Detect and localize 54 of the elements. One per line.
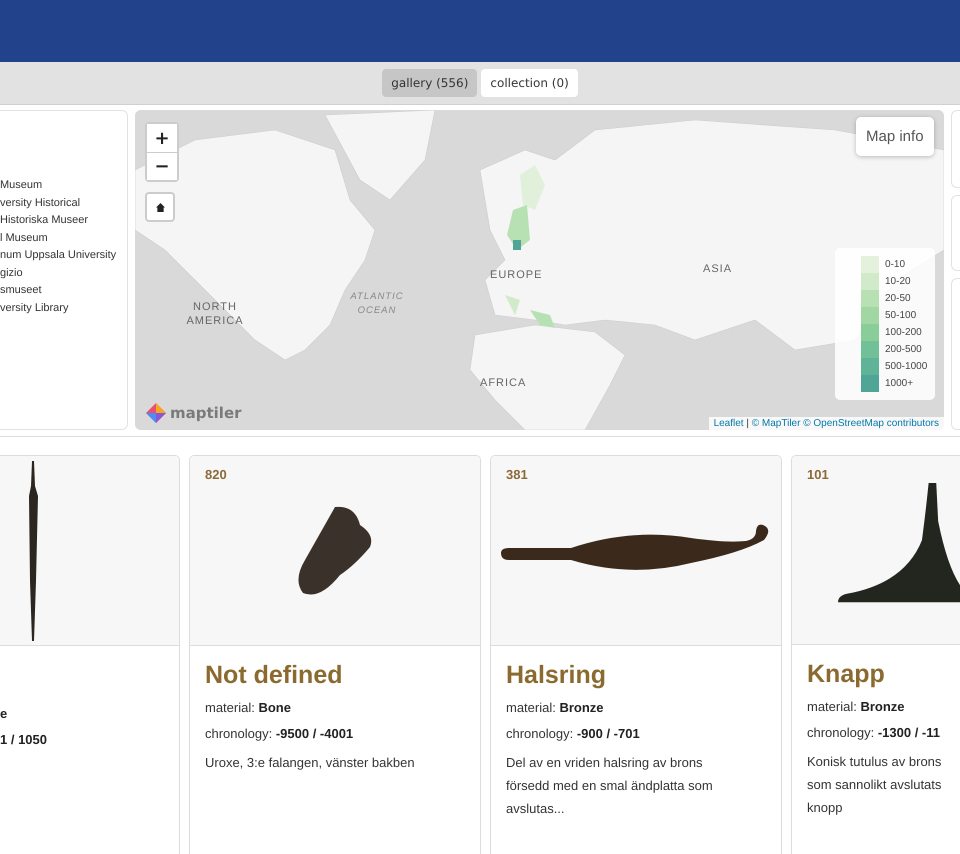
logo-text: maptiler	[170, 404, 242, 422]
attribution-separator: |	[746, 418, 749, 429]
attribution-link[interactable]: © OpenStreetMap contributors	[803, 418, 939, 429]
logo-icon	[145, 402, 167, 424]
legend-label: 1000+	[885, 378, 914, 389]
material-line: material: Bronze	[506, 699, 605, 716]
object-number: 101	[807, 467, 829, 482]
legend-label: 10-20	[885, 276, 911, 287]
source-list-item[interactable]: num Uppsala University	[0, 247, 127, 264]
legend-label: 50-100	[885, 310, 916, 321]
source-list-item[interactable]: versity Historical	[0, 194, 127, 212]
home-icon	[156, 202, 164, 212]
source-list-item[interactable]: l Museum	[0, 230, 127, 247]
legend-label: 0-10	[885, 259, 906, 270]
object-description: Konisk tutulus av brons som sannolikt avslutats knopp	[807, 753, 942, 817]
object-title[interactable]: Not defined	[205, 661, 465, 690]
material-line: e	[0, 705, 8, 722]
map-label: ATLANTIC OCEAN	[349, 290, 405, 318]
legend-label: 20-50	[885, 293, 911, 304]
object-title[interactable]: Knapp	[807, 660, 947, 689]
chronology-line: chronology: -900 / -701	[506, 725, 641, 742]
source-list-item[interactable]: gizio	[0, 264, 127, 282]
map-label: AFRICA	[480, 376, 526, 390]
attribution-link[interactable]: Leaflet	[714, 418, 744, 429]
map-info-button[interactable]: Map info	[856, 117, 934, 156]
object-title[interactable]: Halsring	[506, 661, 766, 690]
chronology-line: chronology: -9500 / -4001	[205, 725, 354, 742]
object-number: 381	[506, 467, 528, 482]
object-description: Uroxe, 3:e falangen, vänster bakben	[205, 754, 416, 772]
home-button[interactable]	[145, 192, 175, 222]
material-line: material: Bronze	[807, 698, 906, 715]
source-list-item[interactable]: Historiska Museer	[0, 212, 127, 230]
object-number: 820	[205, 467, 227, 482]
view-tab[interactable]: collection (0)	[481, 69, 578, 97]
legend-label: 100-200	[885, 327, 922, 338]
object-card[interactable]: 101 Knapp material: Bronze chronology: -1300 / -11 Konisk tutulus av brons som sannolikt avslutats knopp	[791, 455, 960, 854]
map-label: EUROPE	[490, 268, 542, 282]
attribution-link[interactable]: © MapTiler	[752, 418, 800, 429]
source-list-item[interactable]: versity Library	[0, 300, 127, 317]
object-card[interactable]: e 1 / 1050	[0, 455, 180, 854]
source-list-item[interactable]: Museum	[0, 177, 127, 194]
chronology-line: chronology: -1300 / -11	[807, 724, 941, 741]
object-card[interactable]: 381 Halsring material: Bronze chronology: -900 / -701 Del av en vriden halsring av brons försedd med en smal ändplatta som avslutas...	[490, 455, 782, 854]
map-label: NORTH AMERICA	[185, 300, 245, 328]
zoom-out-button[interactable]: −	[147, 152, 177, 180]
view-tab[interactable]: gallery (556)	[382, 69, 478, 97]
material-line: material: Bone	[205, 699, 292, 716]
chronology-line: 1 / 1050	[0, 731, 48, 748]
object-description: Del av en vriden halsring av brons försedd med en smal ändplatta som avslutas...	[506, 754, 714, 818]
map-label: ASIA	[703, 262, 732, 276]
object-card[interactable]: 820 Not defined material: Bone chronology: -9500 / -4001 Uroxe, 3:e falangen, vänster bakben	[189, 455, 481, 854]
legend-label: 200-500	[885, 344, 922, 355]
source-list-item[interactable]: smuseet	[0, 282, 127, 300]
legend-label: 500-1000	[885, 361, 928, 372]
